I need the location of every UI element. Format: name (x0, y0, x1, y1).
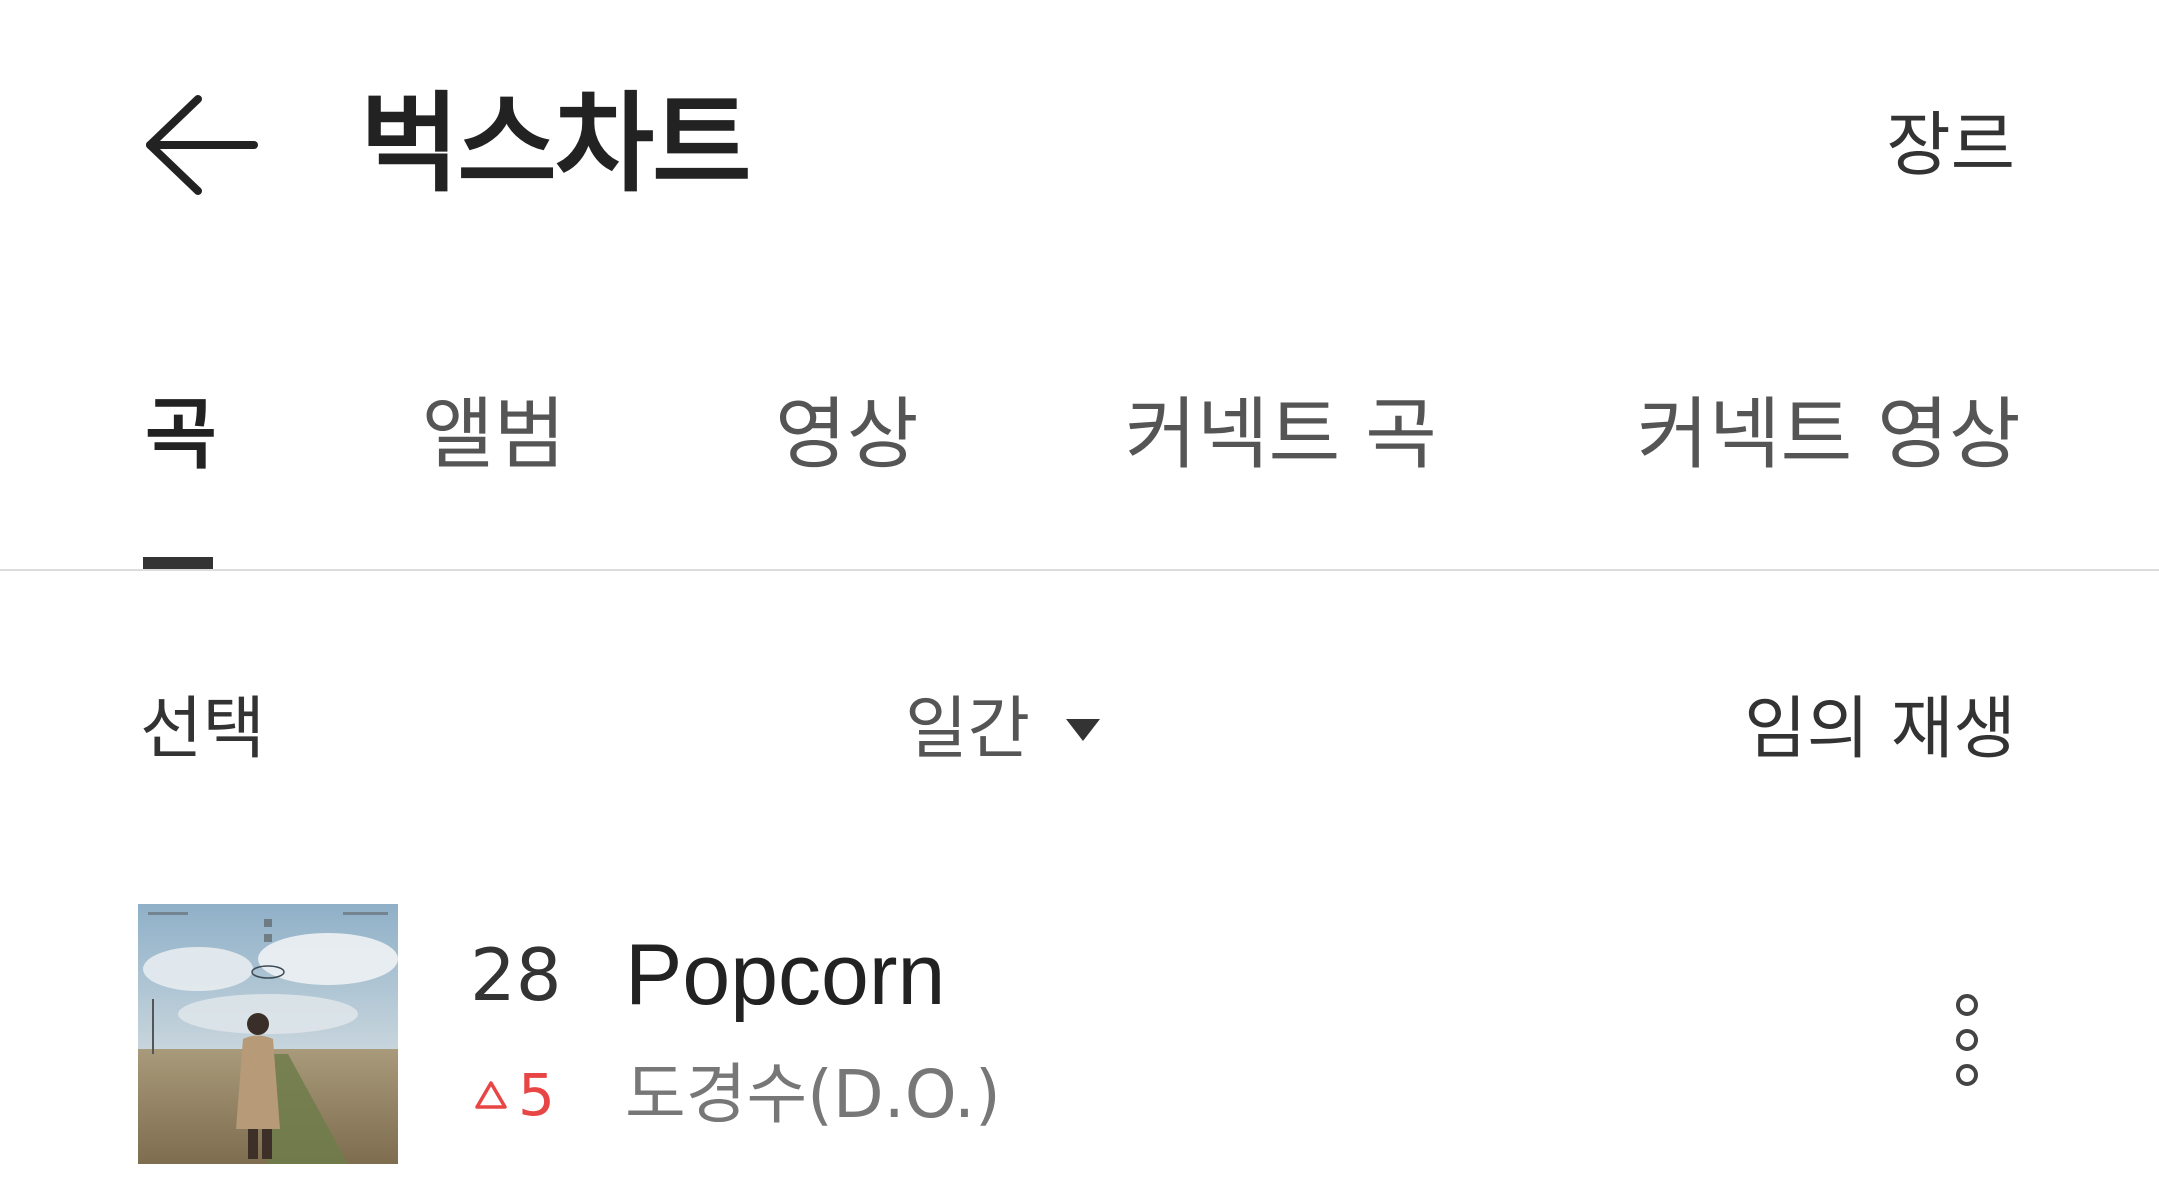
chart-tabs: 곡 앨범 영상 커넥트 곡 커넥트 영상 (0, 370, 2159, 570)
tab-song[interactable]: 곡 (145, 370, 217, 500)
rank-change: 5 (474, 1055, 555, 1135)
song-artist[interactable]: 도경수(D.O.) (625, 1050, 1001, 1140)
tab-connect-video[interactable]: 커넥트 영상 (1637, 370, 2021, 500)
shuffle-play-button[interactable]: 임의 재생 (1744, 680, 2016, 780)
page-title: 벅스차트 (360, 82, 751, 207)
back-button[interactable] (135, 80, 265, 210)
tab-connect-song[interactable]: 커넥트 곡 (1125, 370, 1437, 500)
tabs-divider (0, 569, 2159, 571)
song-title[interactable]: Popcorn (625, 925, 945, 1025)
period-label: 일간 (905, 690, 1031, 769)
arrow-left-icon (146, 95, 258, 195)
period-dropdown[interactable]: 일간 (905, 680, 1101, 780)
bugs-chart-screen: 벅스차트 장르 곡 앨범 영상 커넥트 곡 커넥트 영상 선택 일간 임의 재생 (0, 0, 2159, 1204)
album-cover-image[interactable] (138, 904, 398, 1164)
rank-change-value: 5 (518, 1061, 555, 1129)
list-item[interactable]: 28 5 Popcorn 도경수(D.O.) (0, 890, 2159, 1180)
list-controls: 선택 일간 임의 재생 (0, 680, 2159, 780)
genre-button[interactable]: 장르 (1886, 95, 2015, 195)
tab-album[interactable]: 앨범 (422, 370, 566, 500)
tab-video[interactable]: 영상 (775, 370, 919, 500)
chart-rank: 28 (470, 933, 562, 1017)
select-button[interactable]: 선택 (140, 680, 265, 780)
caret-down-icon (1066, 719, 1101, 741)
more-vertical-icon (1956, 994, 1978, 1086)
app-header: 벅스차트 장르 (0, 0, 2159, 290)
more-options-button[interactable] (1935, 985, 1999, 1095)
triangle-up-icon (475, 1081, 507, 1109)
album-cover-art (138, 904, 398, 1164)
